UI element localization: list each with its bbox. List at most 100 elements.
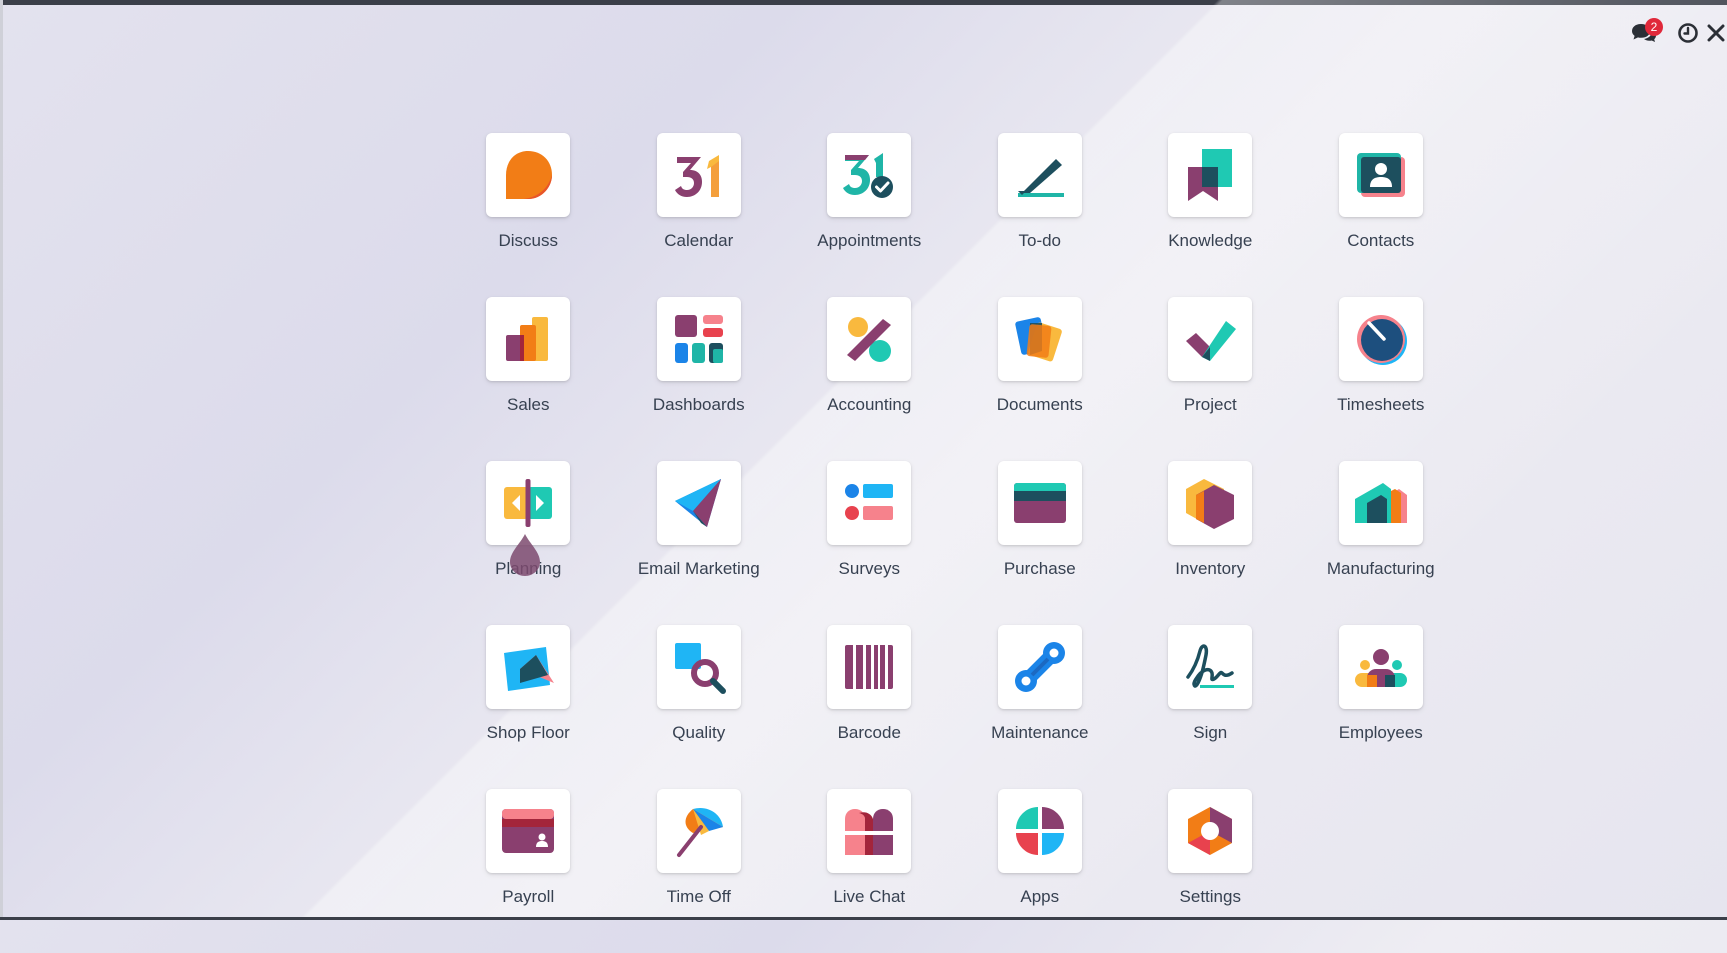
surveys-icon: [845, 484, 894, 520]
shop-floor-icon: [504, 647, 555, 691]
app-tile[interactable]: [1338, 625, 1423, 709]
app-contacts[interactable]: Contacts: [1296, 133, 1467, 297]
dashboards-icon: [674, 315, 723, 363]
app-tile[interactable]: [997, 789, 1082, 873]
discuss-icon: [506, 151, 553, 199]
debug-tools-button[interactable]: [1705, 18, 1727, 48]
app-tile[interactable]: [997, 297, 1082, 381]
manufacturing-icon: [1354, 483, 1407, 523]
app-label: Purchase: [1003, 559, 1076, 578]
timesheets-icon: [1356, 315, 1407, 365]
app-label: Maintenance: [991, 723, 1089, 742]
app-calendar[interactable]: Calendar: [614, 133, 785, 297]
app-inventory[interactable]: Inventory: [1125, 461, 1296, 625]
app-todo[interactable]: To-do: [955, 133, 1126, 297]
app-project[interactable]: Project: [1125, 297, 1296, 461]
app-accounting[interactable]: Accounting: [784, 297, 955, 461]
app-planning[interactable]: Planning: [443, 461, 614, 625]
activities-button[interactable]: [1671, 18, 1705, 48]
app-tile[interactable]: [656, 133, 741, 217]
app-tile[interactable]: [997, 625, 1082, 709]
app-label: Employees: [1338, 723, 1423, 742]
apps-icon: [1015, 807, 1064, 855]
app-label: Live Chat: [833, 887, 906, 906]
barcode-icon: [845, 645, 894, 689]
app-surveys[interactable]: Surveys: [784, 461, 955, 625]
app-tile[interactable]: [486, 461, 571, 545]
app-maintenance[interactable]: Maintenance: [955, 625, 1126, 789]
accounting-icon: [847, 317, 892, 362]
app-timesheets[interactable]: Timesheets: [1296, 297, 1467, 461]
app-settings[interactable]: Settings: [1125, 789, 1296, 953]
clock-icon: [1678, 23, 1698, 43]
planning-icon: [504, 479, 553, 527]
app-employees[interactable]: Employees: [1296, 625, 1467, 789]
app-payroll[interactable]: Payroll: [443, 789, 614, 953]
app-tile[interactable]: [827, 461, 912, 545]
app-tile[interactable]: [1338, 297, 1423, 381]
app-tile[interactable]: [656, 625, 741, 709]
app-label: To-do: [1018, 231, 1062, 250]
left-border: [0, 0, 3, 920]
app-label: Documents: [996, 395, 1083, 414]
app-tile[interactable]: [1338, 133, 1423, 217]
app-discuss[interactable]: Discuss: [443, 133, 614, 297]
app-tile[interactable]: [486, 297, 571, 381]
app-tile[interactable]: [486, 789, 571, 873]
app-label: Contacts: [1347, 231, 1415, 250]
app-label: Payroll: [502, 887, 555, 906]
app-tile[interactable]: [1168, 297, 1253, 381]
systray: 2: [1627, 18, 1727, 48]
app-label: Shop Floor: [486, 723, 570, 742]
messages-badge: 2: [1645, 18, 1663, 36]
project-icon: [1186, 321, 1237, 361]
app-shop-floor[interactable]: Shop Floor: [443, 625, 614, 789]
messages-button[interactable]: 2: [1627, 18, 1663, 48]
app-tile[interactable]: [1168, 133, 1253, 217]
app-label: Email Marketing: [637, 559, 760, 578]
app-apps[interactable]: Apps: [955, 789, 1126, 953]
app-tile[interactable]: [486, 133, 571, 217]
app-tile[interactable]: [827, 133, 912, 217]
app-email-marketing[interactable]: Email Marketing: [614, 461, 785, 625]
app-appointments[interactable]: Appointments: [784, 133, 955, 297]
app-label: Dashboards: [652, 395, 745, 414]
quality-icon: [674, 643, 726, 694]
sales-icon: [506, 317, 549, 361]
app-label: Inventory: [1175, 559, 1246, 578]
app-live-chat[interactable]: Live Chat: [784, 789, 955, 953]
app-documents[interactable]: Documents: [955, 297, 1126, 461]
app-sign[interactable]: Sign: [1125, 625, 1296, 789]
app-tile[interactable]: [1168, 789, 1253, 873]
app-tile[interactable]: [997, 133, 1082, 217]
app-quality[interactable]: Quality: [614, 625, 785, 789]
app-label: Calendar: [664, 231, 734, 250]
app-tile[interactable]: [827, 625, 912, 709]
app-tile[interactable]: [656, 297, 741, 381]
app-tile[interactable]: [827, 297, 912, 381]
app-tile[interactable]: [997, 461, 1082, 545]
top-border: [0, 0, 1727, 5]
app-purchase[interactable]: Purchase: [955, 461, 1126, 625]
knowledge-icon: [1188, 149, 1233, 201]
inventory-icon: [1186, 479, 1235, 529]
app-label: Sales: [506, 395, 550, 414]
app-label: Settings: [1179, 887, 1241, 906]
app-barcode[interactable]: Barcode: [784, 625, 955, 789]
app-knowledge[interactable]: Knowledge: [1125, 133, 1296, 297]
app-tile[interactable]: [656, 789, 741, 873]
app-tile[interactable]: [1168, 461, 1253, 545]
app-label: Quality: [672, 723, 726, 742]
app-manufacturing[interactable]: Manufacturing: [1296, 461, 1467, 625]
app-tile[interactable]: [1338, 461, 1423, 545]
app-tile[interactable]: [656, 461, 741, 545]
app-dashboards[interactable]: Dashboards: [614, 297, 785, 461]
app-tile[interactable]: [486, 625, 571, 709]
app-time-off[interactable]: Time Off: [614, 789, 785, 953]
app-sales[interactable]: Sales: [443, 297, 614, 461]
app-tile[interactable]: [827, 789, 912, 873]
app-label: Project: [1183, 395, 1237, 414]
todo-icon: [1017, 159, 1064, 197]
app-tile[interactable]: [1168, 625, 1253, 709]
app-label: Accounting: [827, 395, 912, 414]
